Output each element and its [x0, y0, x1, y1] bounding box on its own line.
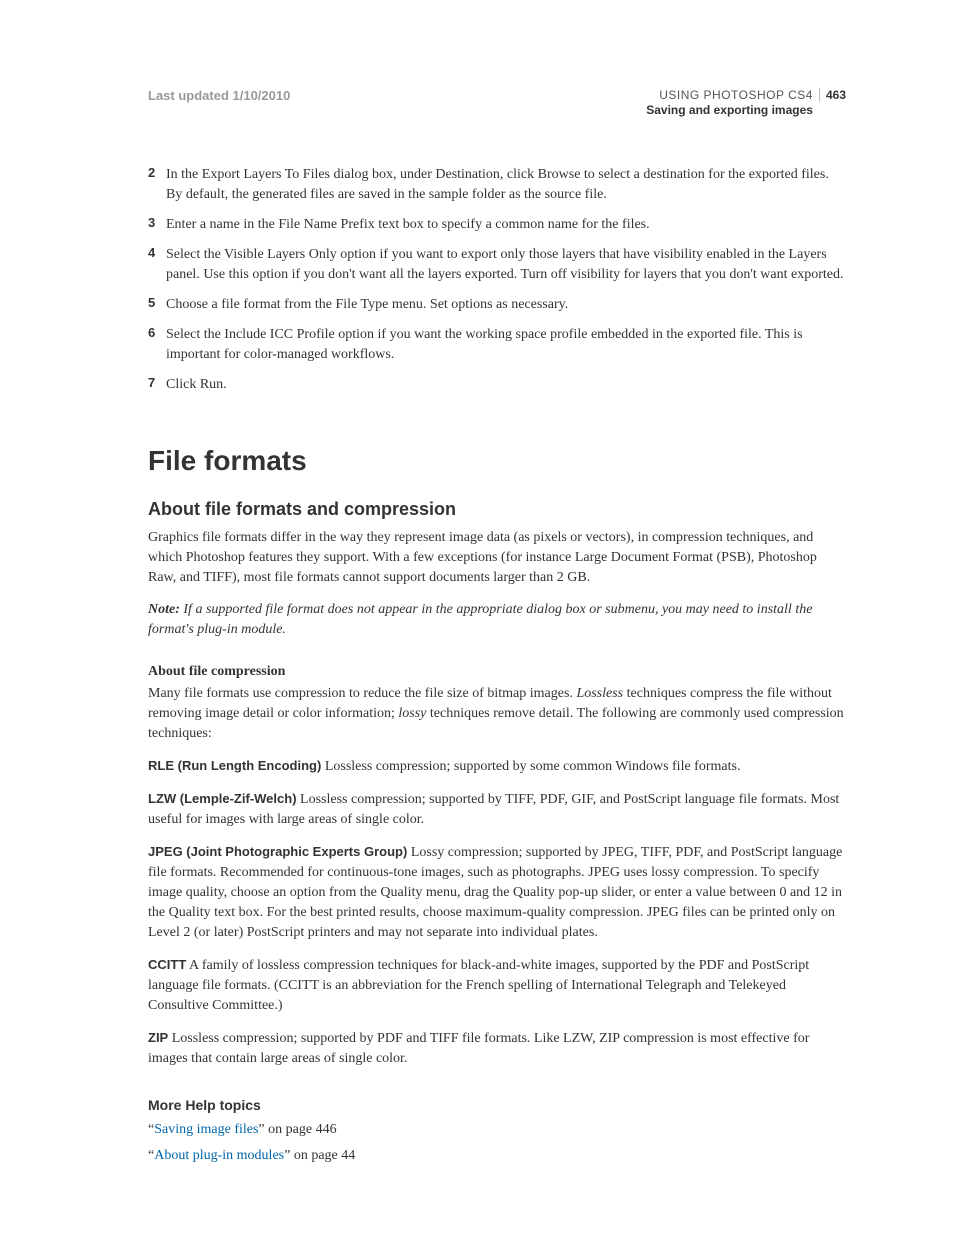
- running-head: USING PHOTOSHOP CS4: [646, 88, 813, 102]
- lossy-term: lossy: [398, 706, 426, 721]
- page-number: 463: [819, 88, 846, 102]
- term-label: LZW (Lemple-Zif-Welch): [148, 791, 297, 806]
- step: 6 Select the Include ICC Profile option …: [148, 325, 846, 365]
- step: 7 Click Run.: [148, 375, 846, 395]
- step-text: Select the Visible Layers Only option if…: [166, 245, 846, 285]
- help-link-rest: ” on page 446: [258, 1122, 336, 1137]
- step-text: Choose a file format from the File Type …: [166, 295, 568, 315]
- page: Last updated 1/10/2010 USING PHOTOSHOP C…: [0, 0, 954, 1235]
- help-link-line: “About plug-in modules” on page 44: [148, 1145, 846, 1167]
- last-updated: Last updated 1/10/2010: [148, 88, 290, 103]
- step-text: Enter a name in the File Name Prefix tex…: [166, 215, 650, 235]
- intro-paragraph: Graphics file formats differ in the way …: [148, 528, 846, 588]
- term-rle: RLE (Run Length Encoding) Lossless compr…: [148, 756, 846, 777]
- text-fragment: Many file formats use compression to red…: [148, 686, 576, 701]
- term-desc: Lossless compression; supported by PDF a…: [148, 1031, 809, 1066]
- note-paragraph: Note: If a supported file format does no…: [148, 600, 846, 640]
- term-jpeg: JPEG (Joint Photographic Experts Group) …: [148, 842, 846, 943]
- note-text: If a supported file format does not appe…: [148, 602, 812, 637]
- section-title: File formats: [148, 445, 846, 477]
- note-label: Note:: [148, 602, 180, 617]
- header-right: USING PHOTOSHOP CS4 Saving and exporting…: [646, 88, 846, 117]
- step-number: 7: [148, 375, 166, 395]
- term-desc: Lossless compression; supported by some …: [321, 759, 740, 774]
- term-label: JPEG (Joint Photographic Experts Group): [148, 844, 407, 859]
- step: 5 Choose a file format from the File Typ…: [148, 295, 846, 315]
- term-label: RLE (Run Length Encoding): [148, 758, 321, 773]
- step-text: In the Export Layers To Files dialog box…: [166, 165, 846, 205]
- term-desc: Lossy compression; supported by JPEG, TI…: [148, 845, 842, 940]
- term-label: CCITT: [148, 957, 186, 972]
- step-text: Select the Include ICC Profile option if…: [166, 325, 846, 365]
- step-text: Click Run.: [166, 375, 227, 395]
- step-number: 6: [148, 325, 166, 365]
- step: 3 Enter a name in the File Name Prefix t…: [148, 215, 846, 235]
- step-number: 5: [148, 295, 166, 315]
- header-right-text: USING PHOTOSHOP CS4 Saving and exporting…: [646, 88, 813, 117]
- term-label: ZIP: [148, 1030, 168, 1045]
- term-lzw: LZW (Lemple-Zif-Welch) Lossless compress…: [148, 789, 846, 830]
- step-list: 2 In the Export Layers To Files dialog b…: [148, 165, 846, 395]
- help-link-saving-image-files[interactable]: Saving image files: [154, 1122, 258, 1137]
- step-number: 4: [148, 245, 166, 285]
- step: 2 In the Export Layers To Files dialog b…: [148, 165, 846, 205]
- compression-heading: About file compression: [148, 664, 846, 680]
- help-link-line: “Saving image files” on page 446: [148, 1119, 846, 1141]
- step-number: 2: [148, 165, 166, 205]
- step-number: 3: [148, 215, 166, 235]
- lossless-term: Lossless: [576, 686, 623, 701]
- term-zip: ZIP Lossless compression; supported by P…: [148, 1028, 846, 1069]
- term-ccitt: CCITT A family of lossless compression t…: [148, 955, 846, 1016]
- page-header: Last updated 1/10/2010 USING PHOTOSHOP C…: [148, 88, 846, 117]
- compression-intro: Many file formats use compression to red…: [148, 684, 846, 744]
- subsection-title: About file formats and compression: [148, 499, 846, 520]
- term-desc: A family of lossless compression techniq…: [148, 958, 809, 1013]
- chapter-title: Saving and exporting images: [646, 103, 813, 117]
- more-help-heading: More Help topics: [148, 1097, 846, 1113]
- help-link-plugin-modules[interactable]: About plug-in modules: [154, 1148, 284, 1163]
- step: 4 Select the Visible Layers Only option …: [148, 245, 846, 285]
- help-link-rest: ” on page 44: [284, 1148, 355, 1163]
